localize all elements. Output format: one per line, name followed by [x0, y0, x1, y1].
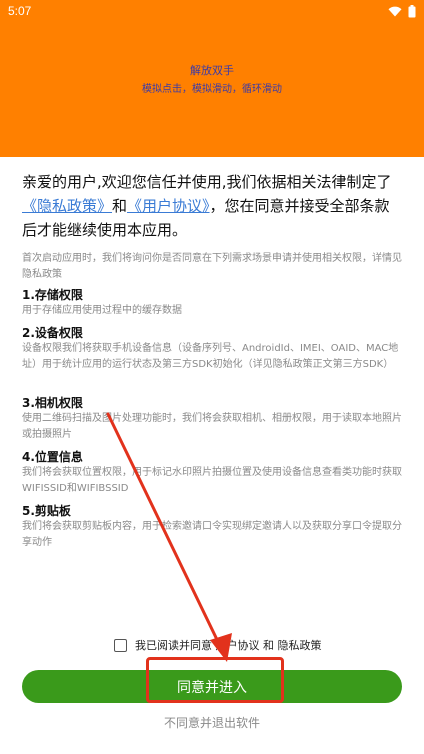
privacy-policy-link[interactable]: 《隐私政策》: [22, 197, 112, 215]
permission-desc: 用于存储应用使用过程中的缓存数据: [22, 305, 182, 316]
permission-clipboard: 5.剪贴板 我们将会获取剪贴板内容，用于检索邀请口令实现绑定邀请人以及获取分享口…: [22, 503, 404, 551]
agree-checkbox[interactable]: [114, 638, 127, 652]
agree-row[interactable]: 我已阅读并同意 用户协议 和 隐私政策: [114, 636, 322, 654]
agree-checkbox-label[interactable]: 我已阅读并同意 用户协议 和 隐私政策: [135, 637, 322, 653]
app-subtitle: 模拟点击，模拟滑动，循环滑动: [142, 84, 282, 95]
permission-desc: 我们将会获取剪贴板内容，用于检索邀请口令实现绑定邀请人以及获取分享口令提取分享动…: [22, 521, 402, 548]
app-title: 解放双手: [190, 65, 234, 77]
battery-icon: [408, 4, 416, 17]
permission-title: 5.剪贴板: [22, 504, 71, 518]
permission-notice: 首次启动应用时，我们将询问你是否同意在下列需求场景申请并使用相关权限，详情见隐私…: [22, 253, 402, 280]
highlight-box: [146, 657, 284, 703]
status-icons: [388, 4, 416, 18]
intro-text-part1: 亲爱的用户,欢迎您信任并使用,我们依据相关法律制定了: [22, 173, 392, 191]
permission-title: 4.位置信息: [22, 450, 83, 464]
permission-camera: 3.相机权限 使用二维码扫描及图片处理功能时，我们将会获取相机、相册权限，用于读…: [22, 395, 404, 443]
permission-title: 3.相机权限: [22, 396, 83, 410]
permission-desc: 我们将会获取位置权限，用于标记水印照片拍摄位置及使用设备信息查看类功能时获取WI…: [22, 467, 402, 494]
status-time: 5:07: [8, 4, 32, 18]
permission-title: 1.存储权限: [22, 288, 83, 302]
permission-desc: 使用二维码扫描及图片处理功能时，我们将会获取相机、相册权限，用于读取本地照片或拍…: [22, 413, 402, 440]
permission-location: 4.位置信息 我们将会获取位置权限，用于标记水印照片拍摄位置及使用设备信息查看类…: [22, 449, 404, 497]
wifi-icon: [388, 6, 402, 16]
permission-storage: 1.存储权限 用于存储应用使用过程中的缓存数据: [22, 287, 404, 319]
disagree-exit-button[interactable]: 不同意并退出软件: [0, 714, 424, 731]
status-bar: 5:07: [0, 0, 424, 22]
intro-and: 和: [112, 197, 128, 215]
permission-desc: 设备权限我们将获取手机设备信息（设备序列号、AndroidId、IMEI、OAI…: [22, 343, 399, 370]
permission-title: 2.设备权限: [22, 326, 83, 340]
user-agreement-link[interactable]: 《用户协议》: [127, 197, 210, 215]
permission-device: 2.设备权限 设备权限我们将获取手机设备信息（设备序列号、AndroidId、I…: [22, 325, 404, 373]
app-header: 5:07 解放双手 模拟点击，模拟滑动，循环滑动: [0, 0, 424, 157]
intro-text: 亲爱的用户,欢迎您信任并使用,我们依据相关法律制定了《隐私政策》和《用户协议》，…: [22, 170, 404, 242]
